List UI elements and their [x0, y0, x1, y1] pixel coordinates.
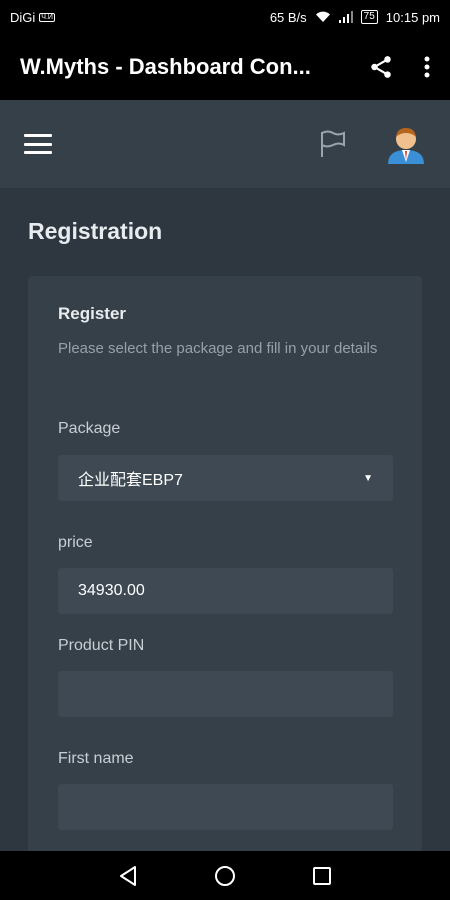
- network-speed: 65 B/s: [269, 9, 307, 25]
- page-title: Registration: [28, 218, 163, 244]
- back-triangle-icon[interactable]: [118, 865, 138, 887]
- app-toolbar: W.Myths - Dashboard Con...: [0, 34, 450, 100]
- first-name-input[interactable]: [58, 784, 393, 830]
- share-icon[interactable]: [368, 54, 394, 80]
- home-circle-icon[interactable]: [214, 865, 236, 887]
- app-title: W.Myths - Dashboard Con...: [20, 54, 311, 79]
- caret-down-icon: ▼: [363, 472, 373, 484]
- product-pin-label: Product PIN: [58, 637, 145, 654]
- card-subtitle: Please select the package and fill in yo…: [58, 340, 378, 357]
- clock: 10:15 pm: [385, 9, 440, 25]
- carrier-badge: Ч.И: [39, 12, 55, 22]
- register-card: Register Please select the package and f…: [28, 276, 422, 851]
- flag-icon[interactable]: [320, 130, 346, 158]
- price-value: 34930.00: [78, 582, 145, 599]
- site-header: [0, 100, 450, 188]
- more-vert-icon[interactable]: [424, 56, 430, 78]
- product-pin-input[interactable]: [58, 671, 393, 717]
- user-avatar-icon[interactable]: [386, 124, 426, 164]
- signal-icon: [338, 11, 353, 23]
- main-content: Registration Register Please select the …: [0, 188, 450, 851]
- package-label: Package: [58, 420, 121, 437]
- price-input[interactable]: 34930.00: [58, 568, 393, 614]
- battery-level: 75: [360, 10, 378, 24]
- package-select[interactable]: 企业配套EBP7 ▼: [58, 455, 393, 501]
- card-title: Register: [58, 304, 127, 323]
- carrier-label: DiGi: [10, 9, 36, 25]
- wifi-icon: [315, 11, 330, 22]
- first-name-label: First name: [58, 750, 134, 767]
- status-bar: DiGi Ч.И 65 B/s 75 10:15 pm: [0, 0, 450, 34]
- package-selected-value: 企业配套EBP7: [78, 472, 183, 489]
- recents-square-icon[interactable]: [312, 866, 332, 886]
- price-label: price: [58, 534, 93, 551]
- system-navigation-bar: [0, 851, 450, 900]
- hamburger-menu-icon[interactable]: [24, 134, 52, 154]
